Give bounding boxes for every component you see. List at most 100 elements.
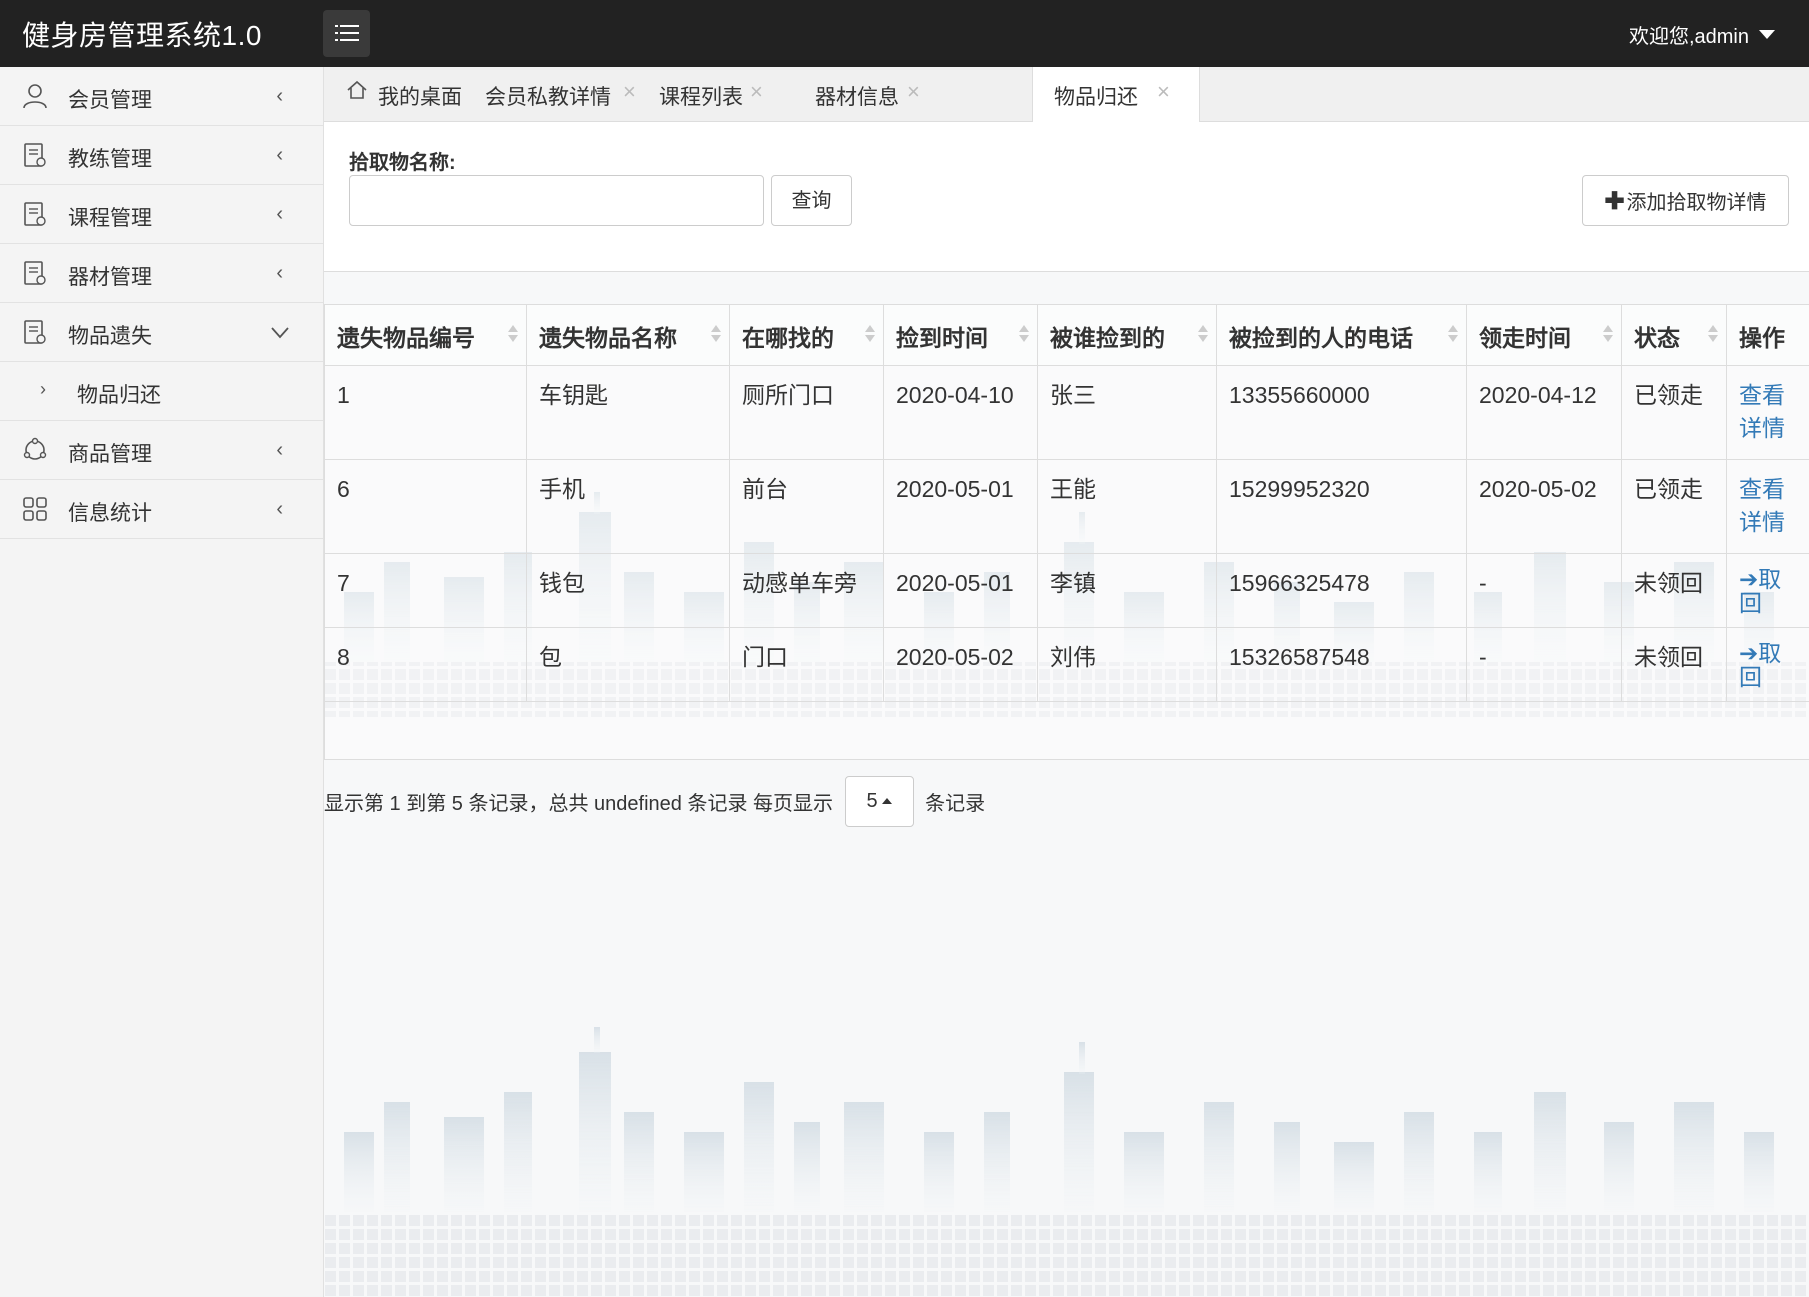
tab-label: 器材信息: [815, 86, 899, 109]
sort-icon: [508, 325, 518, 342]
chevron-left-icon: ‹: [276, 262, 283, 284]
tab-equipment-info[interactable]: 器材信息 ×: [794, 67, 957, 121]
caret-down-icon: [1759, 30, 1775, 39]
sort-icon: [1019, 325, 1029, 342]
page-size-dropdown[interactable]: 5: [844, 776, 914, 827]
app-title: 健身房管理系统1.0: [22, 20, 262, 51]
grid-icon: [23, 497, 47, 521]
sidebar-item-label: 商品管理: [68, 443, 152, 466]
column-header: 操作: [1726, 304, 1809, 366]
column-header[interactable]: 捡到时间: [883, 304, 1038, 366]
cell-action: ➔取回: [1726, 627, 1809, 702]
item-name-search-input[interactable]: [349, 175, 764, 226]
query-button[interactable]: 查询: [771, 175, 852, 226]
tab-course-list[interactable]: 课程列表 ×: [634, 67, 794, 121]
sort-icon: [865, 325, 875, 342]
cell-status: 未领回: [1621, 627, 1727, 702]
cell-phone: 13355660000: [1216, 365, 1467, 460]
cloud-icon: [23, 437, 47, 460]
tab-bar: 我的桌面 会员私教详情 × 课程列表 × 器材信息 × 物品归还 ×: [324, 67, 1809, 122]
cell-where: 门口: [729, 627, 884, 702]
retrieve-link[interactable]: ➔取回: [1739, 641, 1797, 689]
chevron-left-icon: ‹: [276, 203, 283, 225]
lost-items-table: 遗失物品编号 遗失物品名称 在哪找的 捡到时间 被谁捡到的 被捡到的人的电话 领…: [324, 304, 1809, 760]
tab-item-return[interactable]: 物品归还 ×: [1032, 67, 1200, 122]
pagination-summary: 显示第 1 到第 5 条记录，总共 undefined 条记录 每页显示: [324, 793, 834, 815]
cell-phone: 15326587548: [1216, 627, 1467, 702]
sidebar-item-member[interactable]: 会员管理 ‹: [0, 67, 323, 126]
tab-label: 会员私教详情: [485, 86, 611, 109]
cell-action: 查看详情: [1726, 459, 1809, 554]
sidebar-subitem-return[interactable]: › 物品归还: [0, 362, 323, 421]
cell-taken-date: 2020-05-02: [1466, 459, 1622, 554]
empty-row: [324, 701, 1809, 760]
sidebar-item-coach[interactable]: 教练管理 ‹: [0, 126, 323, 185]
search-panel: 拾取物名称: 查询 ✚ 添加拾取物详情: [324, 122, 1809, 272]
document-icon: [24, 320, 46, 344]
document-icon: [24, 261, 46, 285]
pagination: 显示第 1 到第 5 条记录，总共 undefined 条记录 每页显示 5 条…: [324, 776, 985, 827]
column-header[interactable]: 状态: [1621, 304, 1727, 366]
user-icon: [23, 84, 47, 109]
chevron-down-icon: [271, 327, 289, 339]
close-icon[interactable]: ×: [1157, 79, 1170, 105]
chevron-left-icon: ‹: [276, 85, 283, 107]
sidebar-item-course[interactable]: 课程管理 ‹: [0, 185, 323, 244]
column-header[interactable]: 遗失物品名称: [526, 304, 730, 366]
sidebar-item-goods[interactable]: 商品管理 ‹: [0, 421, 323, 480]
cell-name: 车钥匙: [526, 365, 730, 460]
table-header-row: 遗失物品编号 遗失物品名称 在哪找的 捡到时间 被谁捡到的 被捡到的人的电话 领…: [324, 304, 1809, 366]
home-icon: [347, 80, 367, 99]
sidebar-subitem-label: 物品归还: [77, 384, 161, 407]
sidebar-item-statistics[interactable]: 信息统计 ‹: [0, 480, 323, 539]
cell-name: 钱包: [526, 553, 730, 628]
cell-action: ➔取回: [1726, 553, 1809, 628]
cell-name: 包: [526, 627, 730, 702]
close-icon[interactable]: ×: [750, 79, 763, 105]
cell-taken-date: -: [1466, 627, 1622, 702]
document-icon: [24, 143, 46, 167]
column-header[interactable]: 被捡到的人的电话: [1216, 304, 1467, 366]
cell-phone: 15966325478: [1216, 553, 1467, 628]
document-icon: [24, 202, 46, 226]
cell-found-date: 2020-05-02: [883, 627, 1038, 702]
sidebar-item-label: 课程管理: [68, 207, 152, 230]
close-icon[interactable]: ×: [907, 79, 920, 105]
tab-label: 我的桌面: [378, 86, 462, 109]
sort-icon: [711, 325, 721, 342]
view-detail-link[interactable]: 查看详情: [1739, 379, 1797, 445]
cell-taken-date: 2020-04-12: [1466, 365, 1622, 460]
tab-member-coach-detail[interactable]: 会员私教详情 ×: [459, 67, 636, 121]
column-header[interactable]: 遗失物品编号: [324, 304, 527, 366]
sidebar-item-label: 教练管理: [68, 148, 152, 171]
sidebar-item-lost-items[interactable]: 物品遗失: [0, 303, 323, 362]
cell-id: 6: [324, 459, 527, 554]
column-header[interactable]: 被谁捡到的: [1037, 304, 1217, 366]
caret-up-icon: [881, 798, 892, 804]
sort-icon: [1603, 325, 1613, 342]
user-menu[interactable]: 欢迎您,admin: [1629, 20, 1775, 49]
cell-action: 查看详情: [1726, 365, 1809, 460]
cell-phone: 15299952320: [1216, 459, 1467, 554]
cell-found-date: 2020-05-01: [883, 553, 1038, 628]
cell-id: 8: [324, 627, 527, 702]
sidebar-item-label: 信息统计: [68, 502, 152, 525]
tab-label: 课程列表: [659, 86, 743, 109]
column-header[interactable]: 在哪找的: [729, 304, 884, 366]
sort-icon: [1708, 325, 1718, 342]
column-header[interactable]: 领走时间: [1466, 304, 1622, 366]
cell-finder: 李镇: [1037, 553, 1217, 628]
sidebar-item-label: 物品遗失: [68, 325, 152, 348]
sort-icon: [1448, 325, 1458, 342]
retrieve-link[interactable]: ➔取回: [1739, 567, 1797, 615]
tab-desktop[interactable]: 我的桌面: [324, 67, 462, 121]
add-lost-item-button[interactable]: ✚ 添加拾取物详情: [1582, 175, 1789, 226]
welcome-text: 欢迎您,admin: [1628, 26, 1749, 48]
cell-status: 未领回: [1621, 553, 1727, 628]
cell-found-date: 2020-05-01: [883, 459, 1038, 554]
menu-toggle-button[interactable]: [323, 10, 370, 57]
cell-name: 手机: [526, 459, 730, 554]
search-label: 拾取物名称:: [349, 152, 456, 174]
view-detail-link[interactable]: 查看详情: [1739, 473, 1797, 539]
sidebar-item-equipment[interactable]: 器材管理 ‹: [0, 244, 323, 303]
